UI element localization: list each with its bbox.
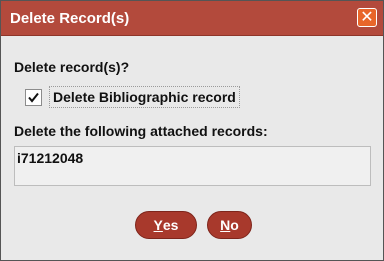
checkmark-icon: [28, 92, 39, 103]
attached-records-list[interactable]: i71212048: [14, 146, 371, 186]
attached-records-label: Delete the following attached records:: [14, 123, 268, 139]
close-button[interactable]: ✕: [357, 8, 377, 27]
yes-button[interactable]: Yes: [135, 211, 197, 239]
delete-bib-checkbox-row[interactable]: Delete Bibliographic record: [25, 86, 240, 108]
delete-records-dialog: Delete Record(s) ✕ Delete record(s)? Del…: [0, 0, 384, 261]
no-mnemonic: N: [220, 217, 231, 233]
yes-label-rest: es: [162, 217, 179, 233]
delete-question: Delete record(s)?: [14, 59, 130, 75]
dialog-content: Delete record(s)? Delete Bibliographic r…: [1, 36, 383, 260]
attached-record-item[interactable]: i71212048: [17, 150, 83, 166]
no-label-rest: o: [230, 217, 239, 233]
dialog-title: Delete Record(s): [10, 10, 130, 27]
close-icon: ✕: [360, 8, 374, 26]
no-button[interactable]: No: [207, 211, 252, 239]
yes-mnemonic: Y: [153, 217, 163, 233]
delete-bib-label[interactable]: Delete Bibliographic record: [49, 86, 240, 108]
dialog-titlebar[interactable]: Delete Record(s) ✕: [1, 1, 383, 36]
delete-bib-checkbox[interactable]: [25, 88, 42, 106]
